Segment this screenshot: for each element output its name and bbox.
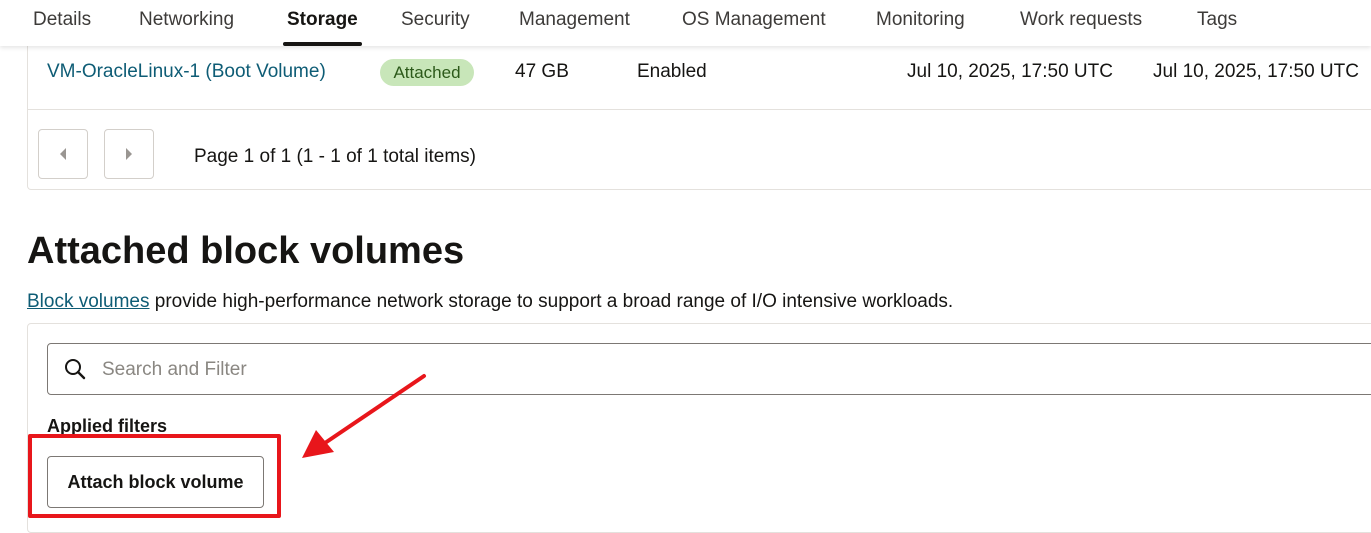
section-description: Block volumes provide high-performance n… [27,291,953,313]
tab-management[interactable]: Management [519,0,630,46]
encryption-status: Enabled [637,61,707,82]
tab-details[interactable]: Details [33,0,91,46]
search-icon [65,359,86,380]
chevron-right-icon [126,148,132,160]
tab-storage[interactable]: Storage [283,0,362,46]
status-badge: Attached [380,59,474,86]
attached-time: Jul 10, 2025, 17:50 UTC [1153,61,1359,82]
tab-networking[interactable]: Networking [139,0,234,46]
row-divider [27,109,1371,110]
tab-bar: Details Networking Storage Security Mana… [0,0,1371,46]
applied-filters-label: Applied filters [47,416,168,436]
pagination-status: Page 1 of 1 (1 - 1 of 1 total items) [194,146,476,167]
volume-size: 47 GB [515,61,569,82]
search-box[interactable] [47,343,1371,395]
search-input[interactable] [100,354,1004,386]
boot-volume-link[interactable]: VM-OracleLinux-1 (Boot Volume) [47,61,326,83]
chevron-left-icon [60,148,66,160]
created-time: Jul 10, 2025, 17:50 UTC [907,61,1113,82]
block-volumes-link[interactable]: Block volumes [27,291,150,312]
tab-security[interactable]: Security [401,0,470,46]
tab-tags[interactable]: Tags [1197,0,1237,46]
next-page-button[interactable] [104,129,154,179]
description-text: provide high-performance network storage… [149,291,954,312]
attach-block-volume-button[interactable]: Attach block volume [47,456,264,508]
tab-work-requests[interactable]: Work requests [1020,0,1142,46]
section-title: Attached block volumes [27,230,465,272]
tab-monitoring[interactable]: Monitoring [876,0,965,46]
tab-os-management[interactable]: OS Management [682,0,826,46]
prev-page-button[interactable] [38,129,88,179]
